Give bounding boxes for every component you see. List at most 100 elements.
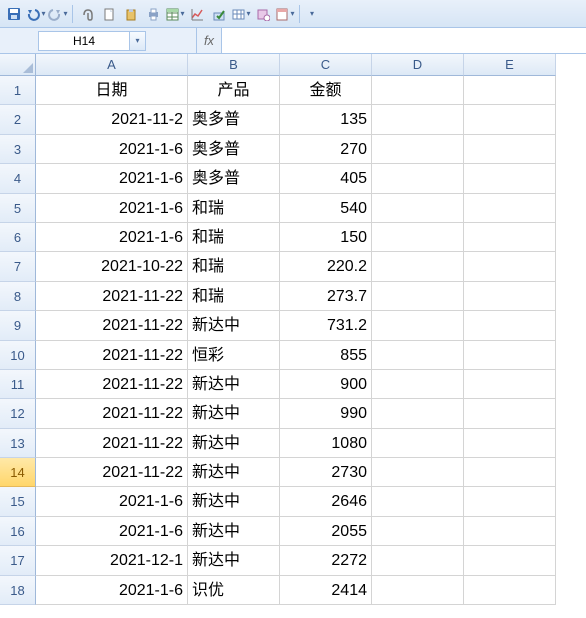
cell-C5[interactable]: 540 — [280, 194, 372, 223]
cell-B11[interactable]: 新达中 — [188, 370, 280, 399]
cell-A4[interactable]: 2021-1-6 — [36, 164, 188, 193]
cell-A2[interactable]: 2021-11-2 — [36, 105, 188, 134]
cell-C2[interactable]: 135 — [280, 105, 372, 134]
cell-A16[interactable]: 2021-1-6 — [36, 517, 188, 546]
cell-A18[interactable]: 2021-1-6 — [36, 576, 188, 605]
formula-input[interactable] — [222, 28, 586, 53]
cell-C18[interactable]: 2414 — [280, 576, 372, 605]
cell-D10[interactable] — [372, 341, 464, 370]
check-button[interactable] — [209, 4, 229, 24]
cell-A7[interactable]: 2021-10-22 — [36, 252, 188, 281]
cell-B5[interactable]: 和瑞 — [188, 194, 280, 223]
customize-toolbar-button[interactable]: ▾ — [305, 9, 319, 18]
cell-E5[interactable] — [464, 194, 556, 223]
cell-B14[interactable]: 新达中 — [188, 458, 280, 487]
cell-E16[interactable] — [464, 517, 556, 546]
cell-C10[interactable]: 855 — [280, 341, 372, 370]
attach-button[interactable] — [77, 4, 97, 24]
cell-D17[interactable] — [372, 546, 464, 575]
row-header[interactable]: 2 — [0, 105, 36, 134]
column-header-A[interactable]: A — [36, 54, 188, 76]
cell-A5[interactable]: 2021-1-6 — [36, 194, 188, 223]
row-header[interactable]: 14 — [0, 458, 36, 487]
cell-A13[interactable]: 2021-11-22 — [36, 429, 188, 458]
cell-C13[interactable]: 1080 — [280, 429, 372, 458]
row-header[interactable]: 7 — [0, 252, 36, 281]
cell-B13[interactable]: 新达中 — [188, 429, 280, 458]
cell-C16[interactable]: 2055 — [280, 517, 372, 546]
cell-D18[interactable] — [372, 576, 464, 605]
cell-A6[interactable]: 2021-1-6 — [36, 223, 188, 252]
cell-B15[interactable]: 新达中 — [188, 487, 280, 516]
cell-D1[interactable] — [372, 76, 464, 105]
table-button[interactable]: ▾ — [165, 4, 185, 24]
print-button[interactable] — [143, 4, 163, 24]
cell-C14[interactable]: 2730 — [280, 458, 372, 487]
cell-C4[interactable]: 405 — [280, 164, 372, 193]
cell-E3[interactable] — [464, 135, 556, 164]
row-header[interactable]: 3 — [0, 135, 36, 164]
cell-D5[interactable] — [372, 194, 464, 223]
cell-B16[interactable]: 新达中 — [188, 517, 280, 546]
cell-C9[interactable]: 731.2 — [280, 311, 372, 340]
row-header[interactable]: 16 — [0, 517, 36, 546]
cell-C17[interactable]: 2272 — [280, 546, 372, 575]
grid-button[interactable]: ▾ — [231, 4, 251, 24]
cell-D6[interactable] — [372, 223, 464, 252]
cell-A8[interactable]: 2021-11-22 — [36, 282, 188, 311]
row-header[interactable]: 4 — [0, 164, 36, 193]
chart-button[interactable] — [187, 4, 207, 24]
cell-D2[interactable] — [372, 105, 464, 134]
cell-E14[interactable] — [464, 458, 556, 487]
options-button[interactable] — [253, 4, 273, 24]
cell-E17[interactable] — [464, 546, 556, 575]
cell-D3[interactable] — [372, 135, 464, 164]
cell-E6[interactable] — [464, 223, 556, 252]
cell-D11[interactable] — [372, 370, 464, 399]
cell-A10[interactable]: 2021-11-22 — [36, 341, 188, 370]
cell-E1[interactable] — [464, 76, 556, 105]
cell-B6[interactable]: 和瑞 — [188, 223, 280, 252]
cell-C11[interactable]: 900 — [280, 370, 372, 399]
cell-D14[interactable] — [372, 458, 464, 487]
cell-E12[interactable] — [464, 399, 556, 428]
name-box[interactable]: H14 — [38, 31, 130, 51]
cell-B7[interactable]: 和瑞 — [188, 252, 280, 281]
cell-D13[interactable] — [372, 429, 464, 458]
save-button[interactable] — [4, 4, 24, 24]
undo-button[interactable]: ▾ — [26, 4, 46, 24]
cell-B12[interactable]: 新达中 — [188, 399, 280, 428]
cell-E11[interactable] — [464, 370, 556, 399]
redo-button[interactable]: ▾ — [48, 4, 68, 24]
cell-D16[interactable] — [372, 517, 464, 546]
cell-A12[interactable]: 2021-11-22 — [36, 399, 188, 428]
row-header[interactable]: 10 — [0, 341, 36, 370]
cell-C1[interactable]: 金额 — [280, 76, 372, 105]
column-header-B[interactable]: B — [188, 54, 280, 76]
cell-B3[interactable]: 奥多普 — [188, 135, 280, 164]
cell-E10[interactable] — [464, 341, 556, 370]
cell-C15[interactable]: 2646 — [280, 487, 372, 516]
column-header-D[interactable]: D — [372, 54, 464, 76]
cell-C7[interactable]: 220.2 — [280, 252, 372, 281]
cell-D12[interactable] — [372, 399, 464, 428]
cell-A17[interactable]: 2021-12-1 — [36, 546, 188, 575]
cell-C8[interactable]: 273.7 — [280, 282, 372, 311]
row-header[interactable]: 18 — [0, 576, 36, 605]
select-all-corner[interactable] — [0, 54, 36, 76]
column-header-E[interactable]: E — [464, 54, 556, 76]
cell-D15[interactable] — [372, 487, 464, 516]
cell-C6[interactable]: 150 — [280, 223, 372, 252]
new-doc-button[interactable] — [99, 4, 119, 24]
sheet-button[interactable]: ▾ — [275, 4, 295, 24]
cell-C12[interactable]: 990 — [280, 399, 372, 428]
fx-button[interactable]: fx — [196, 28, 222, 53]
cell-A15[interactable]: 2021-1-6 — [36, 487, 188, 516]
row-header[interactable]: 5 — [0, 194, 36, 223]
row-header[interactable]: 8 — [0, 282, 36, 311]
cell-A1[interactable]: 日期 — [36, 76, 188, 105]
cell-E7[interactable] — [464, 252, 556, 281]
row-header[interactable]: 15 — [0, 487, 36, 516]
cell-E4[interactable] — [464, 164, 556, 193]
cell-B10[interactable]: 恒彩 — [188, 341, 280, 370]
